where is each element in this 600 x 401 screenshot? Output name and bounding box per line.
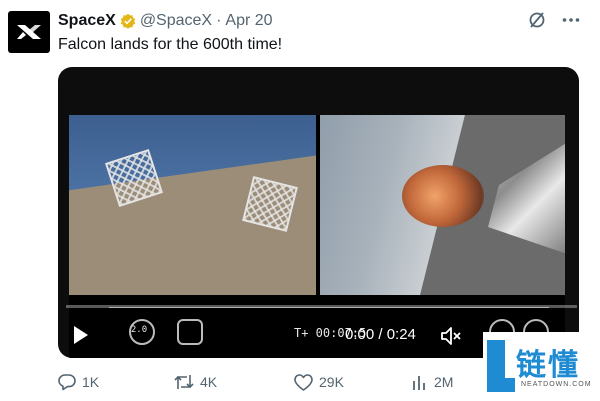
video-left-pane [69,115,316,295]
heart-icon [294,373,313,391]
tweet-text: Falcon lands for the 600th time! [58,36,283,53]
video-right-pane [320,115,565,295]
watermark-subtitle: NEATDOWN.COM [521,381,592,388]
tweet-date[interactable]: Apr 20 [225,12,272,30]
video-progress-bar[interactable] [66,305,577,308]
hud-speed: 2.0 [130,325,148,335]
separator-dot: · [216,12,222,29]
play-icon[interactable] [74,326,88,344]
avatar[interactable] [8,11,50,53]
views-count: 2M [434,374,454,390]
author-name[interactable]: SpaceX [58,12,116,30]
spacex-logo-icon [17,25,41,39]
video-player[interactable] [58,67,579,358]
grok-icon[interactable] [528,11,546,29]
author-handle[interactable]: @SpaceX [140,12,212,30]
repost-button[interactable]: 4K [174,373,217,391]
views-button[interactable]: 2M [412,374,453,391]
watermark-l-foot [487,378,515,392]
mute-icon[interactable] [440,326,462,346]
verified-badge-icon [120,13,136,29]
tweet-header: SpaceX @SpaceX · Apr 20 [58,11,273,31]
reply-button[interactable]: 1K [58,373,99,391]
like-count: 29K [319,374,344,390]
like-button[interactable]: 29K [294,373,344,391]
top-actions [528,11,580,29]
repost-icon [174,375,194,389]
views-chart-icon [413,375,425,390]
engine-plume [402,165,484,227]
video-time-display: 0:00 / 0:24 [345,326,416,343]
more-options-icon[interactable] [562,17,580,23]
watermark-logo: 链懂 NEATDOWN.COM [483,332,600,401]
reply-count: 1K [82,374,100,390]
watermark-title: 链懂 [516,348,580,383]
reply-icon [58,374,76,391]
repost-count: 4K [200,374,218,390]
